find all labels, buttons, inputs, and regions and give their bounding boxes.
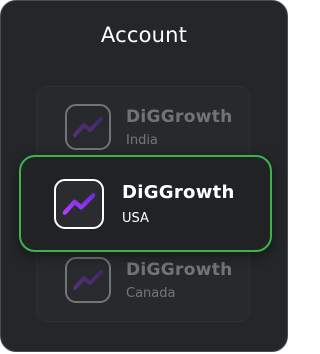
account-item-canada[interactable]: DiGGrowth Canada	[65, 257, 233, 303]
page-title: Account	[100, 23, 188, 47]
trend-up-icon	[62, 192, 96, 215]
trend-up-icon	[73, 117, 103, 137]
diggrowth-logo	[54, 178, 104, 229]
account-name: DiGGrowth	[126, 106, 233, 127]
account-region: India	[126, 132, 158, 148]
diggrowth-logo	[65, 257, 111, 303]
account-switcher-card: Account DiGGrowth India DiGGrowth Canada…	[0, 0, 288, 352]
account-item-india[interactable]: DiGGrowth India	[65, 104, 233, 150]
account-name: DiGGrowth	[122, 181, 235, 203]
account-name: DiGGrowth	[126, 259, 233, 280]
diggrowth-logo	[65, 104, 111, 150]
account-item-usa-selected[interactable]: DiGGrowth USA	[19, 155, 272, 252]
trend-up-icon	[73, 270, 103, 290]
account-region: USA	[122, 210, 149, 226]
account-region: Canada	[126, 285, 176, 301]
